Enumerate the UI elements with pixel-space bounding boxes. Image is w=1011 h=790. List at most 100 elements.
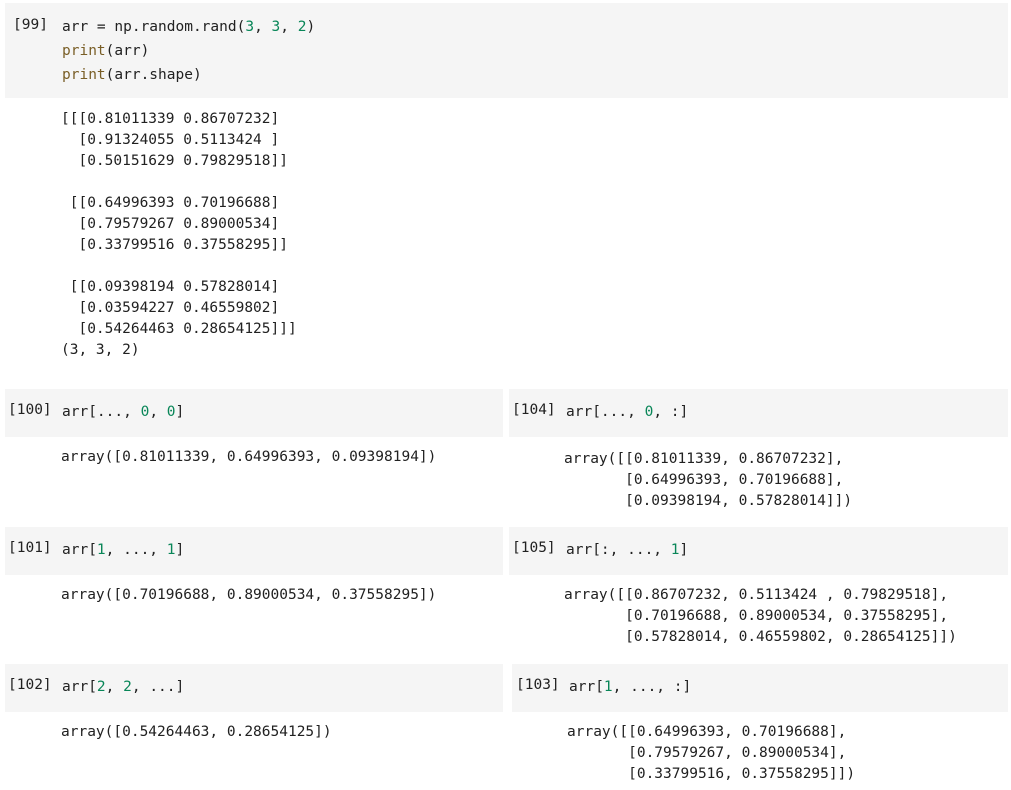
cell-99: [99] arr = np.random.rand(3, 3, 2) print(… — [5, 3, 1008, 358]
output-line: [0.09398194, 0.57828014]]) — [564, 493, 853, 509]
execution-count: [102] — [8, 677, 52, 693]
code-token: (arr.shape) — [105, 67, 202, 83]
cell-101: [101] arr[1, ..., 1] array([0.70196688, … — [5, 527, 503, 603]
code-editor[interactable]: arr[1, ..., 1] — [62, 538, 184, 562]
cell-103: [103] arr[1, ..., :] array([[0.64996393,… — [512, 664, 1008, 782]
output-line: [0.91324055 0.5113424 ] — [61, 132, 280, 148]
code-token: , ..., — [105, 542, 167, 558]
number-token: 0 — [644, 404, 654, 420]
code-editor[interactable]: arr[..., 0, :] — [566, 400, 688, 424]
output-line: [0.50151629 0.79829518]] — [61, 153, 288, 169]
number-token: 1 — [96, 542, 106, 558]
output-line: [0.54264463 0.28654125]]] — [61, 321, 297, 337]
code-line: arr[1, ..., :] — [569, 675, 691, 699]
output-line: [0.79579267, 0.89000534], — [567, 745, 847, 761]
cell-104-input[interactable]: [104] arr[..., 0, :] — [509, 389, 1008, 437]
cell-99-output: [[[0.81011339 0.86707232] [0.91324055 0.… — [61, 109, 297, 361]
code-token: ] — [175, 542, 185, 558]
code-token: , — [105, 679, 124, 695]
code-line: print(arr) — [62, 39, 315, 63]
code-token: ] — [175, 404, 185, 420]
code-token: (arr) — [105, 43, 150, 59]
output-line: [0.64996393, 0.70196688], — [564, 472, 844, 488]
output-line: [[0.64996393 0.70196688] — [61, 195, 280, 211]
code-line: print(arr.shape) — [62, 63, 315, 87]
cell-100: [100] arr[..., 0, 0] array([0.81011339, … — [5, 389, 503, 465]
output-line: [0.70196688, 0.89000534, 0.37558295], — [564, 608, 949, 624]
cell-100-output: array([0.81011339, 0.64996393, 0.0939819… — [61, 447, 436, 468]
code-token: arr[..., — [566, 404, 645, 420]
cell-104: [104] arr[..., 0, :] array([[0.81011339,… — [509, 389, 1008, 509]
code-editor[interactable]: arr[1, ..., :] — [569, 675, 691, 699]
cell-104-output: array([[0.81011339, 0.86707232], [0.6499… — [564, 449, 852, 512]
output-line: array([0.54264463, 0.28654125]) — [61, 724, 332, 740]
cell-105: [105] arr[:, ..., 1] array([[0.86707232,… — [509, 527, 1008, 645]
code-token: , — [280, 19, 298, 35]
cell-105-output: array([[0.86707232, 0.5113424 , 0.798295… — [564, 585, 957, 648]
cell-102-output: array([0.54264463, 0.28654125]) — [61, 722, 332, 743]
output-line: [0.33799516, 0.37558295]]) — [567, 766, 856, 782]
code-editor[interactable]: arr[:, ..., 1] — [566, 538, 688, 562]
execution-count: [105] — [512, 540, 556, 556]
code-token: arr[..., — [62, 404, 141, 420]
code-line: arr[2, 2, ...] — [62, 675, 184, 699]
output-line: array([[0.64996393, 0.70196688], — [567, 724, 847, 740]
number-token: 0 — [140, 404, 150, 420]
output-line: [0.57828014, 0.46559802, 0.28654125]]) — [564, 629, 957, 645]
cell-103-input[interactable]: [103] arr[1, ..., :] — [512, 664, 1008, 712]
code-token: arr[:, ..., — [566, 542, 671, 558]
cell-101-input[interactable]: [101] arr[1, ..., 1] — [5, 527, 503, 575]
output-line: array([0.81011339, 0.64996393, 0.0939819… — [61, 449, 437, 465]
output-line: array([[0.81011339, 0.86707232], — [564, 451, 844, 467]
number-token: 0 — [166, 404, 176, 420]
output-line: [0.33799516 0.37558295]] — [61, 237, 288, 253]
code-line: arr[1, ..., 1] — [62, 538, 184, 562]
output-line: [0.03594227 0.46559802] — [61, 300, 280, 316]
code-token: , ..., :] — [612, 679, 692, 695]
number-token: 1 — [166, 542, 176, 558]
execution-count: [99] — [13, 17, 48, 33]
code-token: , — [149, 404, 167, 420]
number-token: 1 — [603, 679, 613, 695]
code-line: arr[..., 0, 0] — [62, 400, 184, 424]
code-editor[interactable]: arr[2, 2, ...] — [62, 675, 184, 699]
code-token: arr[ — [62, 542, 97, 558]
code-token: arr = np.random.rand( — [62, 19, 246, 35]
number-token: 3 — [271, 19, 281, 35]
output-line: (3, 3, 2) — [61, 342, 140, 358]
code-token: , ...] — [131, 679, 185, 695]
number-token: 3 — [245, 19, 255, 35]
code-line: arr[..., 0, :] — [566, 400, 688, 424]
code-editor[interactable]: arr = np.random.rand(3, 3, 2) print(arr) p… — [62, 15, 315, 87]
execution-count: [103] — [516, 677, 560, 693]
output-line: array([[0.86707232, 0.5113424 , 0.798295… — [564, 587, 949, 603]
output-line: array([0.70196688, 0.89000534, 0.3755829… — [61, 587, 437, 603]
execution-count: [101] — [8, 540, 52, 556]
cell-100-input[interactable]: [100] arr[..., 0, 0] — [5, 389, 503, 437]
code-token: arr[ — [62, 679, 97, 695]
cell-102-input[interactable]: [102] arr[2, 2, ...] — [5, 664, 503, 712]
code-editor[interactable]: arr[..., 0, 0] — [62, 400, 184, 424]
number-token: 1 — [670, 542, 680, 558]
number-token: 2 — [123, 679, 132, 695]
execution-count: [100] — [8, 402, 52, 418]
output-line: [[0.09398194 0.57828014] — [61, 279, 280, 295]
keyword-token: print — [62, 43, 106, 59]
cell-99-input[interactable]: [99] arr = np.random.rand(3, 3, 2) print(… — [5, 3, 1008, 98]
output-line: [[[0.81011339 0.86707232] — [61, 111, 280, 127]
code-token: , :] — [653, 404, 689, 420]
code-token: arr[ — [569, 679, 604, 695]
code-token: ] — [679, 542, 689, 558]
code-token: ) — [306, 19, 316, 35]
execution-count: [104] — [512, 402, 556, 418]
cell-103-output: array([[0.64996393, 0.70196688], [0.7957… — [567, 722, 855, 785]
code-line: arr[:, ..., 1] — [566, 538, 688, 562]
cell-105-input[interactable]: [105] arr[:, ..., 1] — [509, 527, 1008, 575]
number-token: 2 — [96, 679, 106, 695]
code-token: , — [254, 19, 272, 35]
cell-101-output: array([0.70196688, 0.89000534, 0.3755829… — [61, 585, 436, 606]
cell-102: [102] arr[2, 2, ...] array([0.54264463, … — [5, 664, 503, 740]
code-line: arr = np.random.rand(3, 3, 2) — [62, 15, 315, 39]
